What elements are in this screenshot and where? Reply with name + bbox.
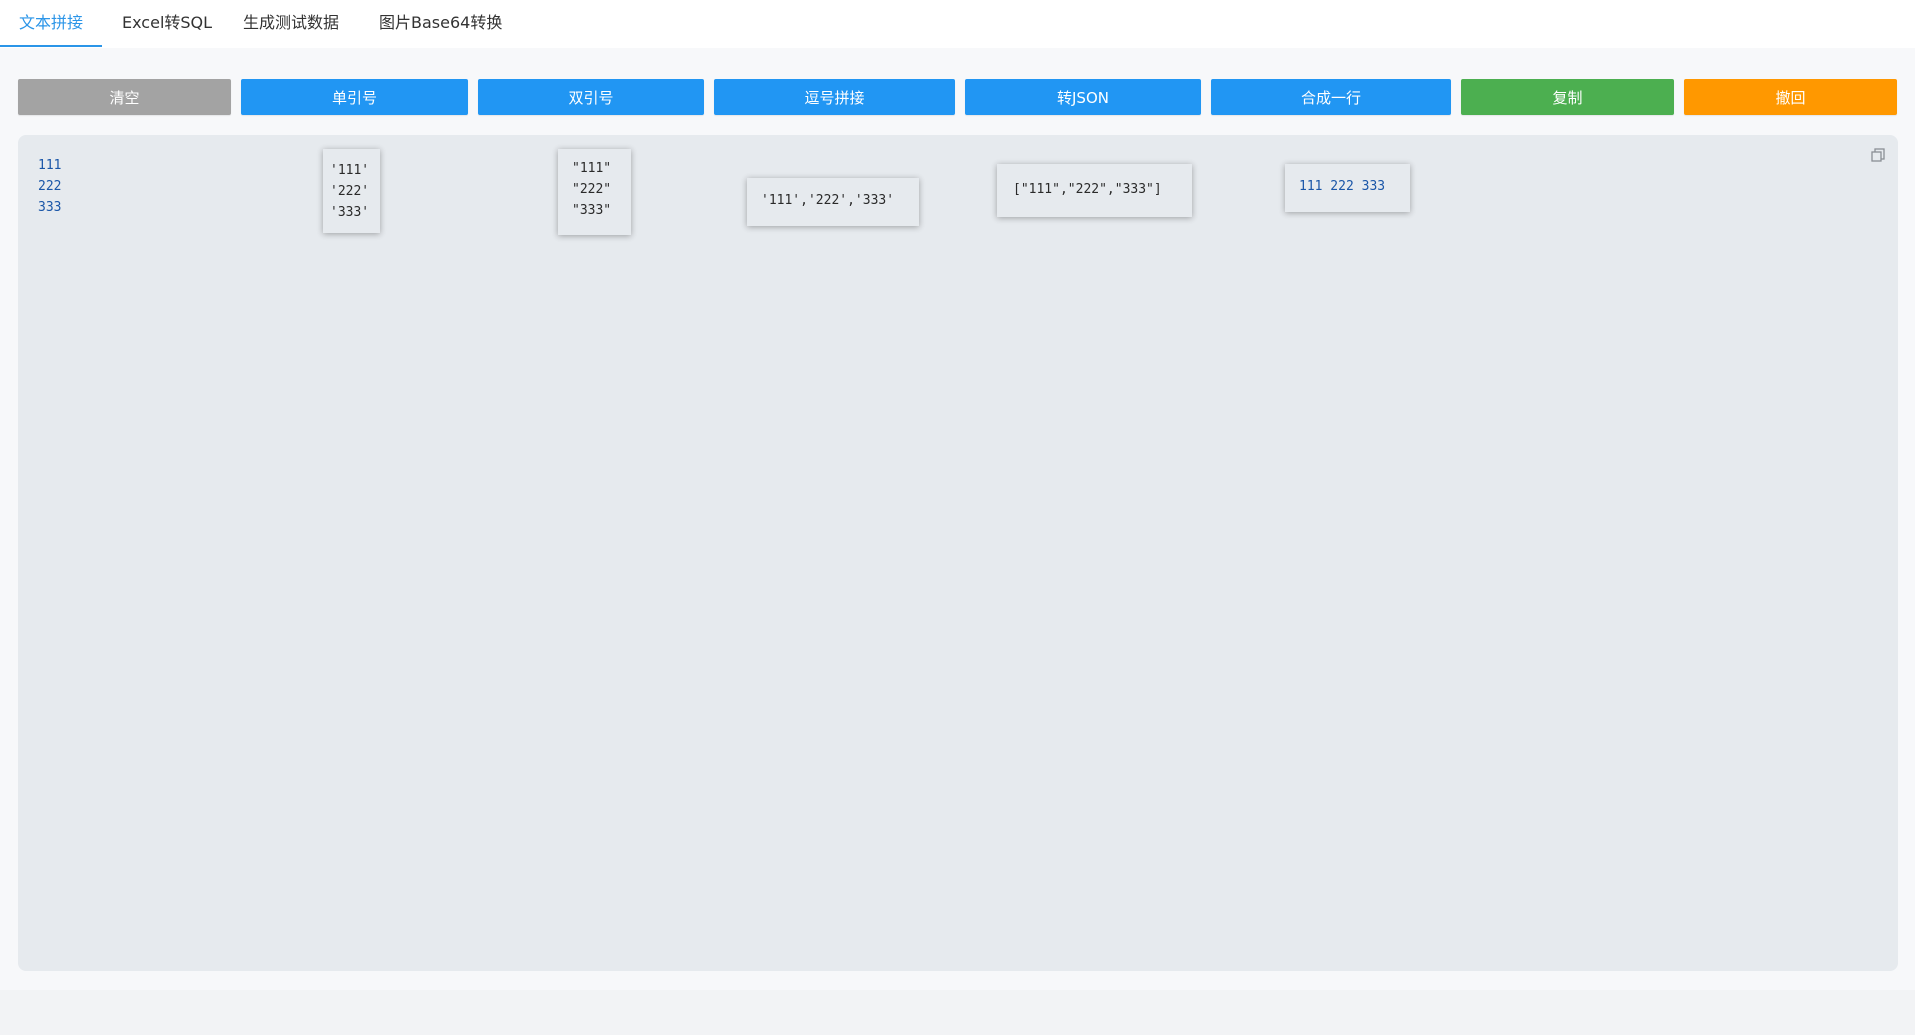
text-editor[interactable]: 111 222 333 '111' '222' '333' "111" "222… (18, 135, 1898, 971)
double-quote-result: "111" "222" "333" (558, 149, 631, 235)
tab-bar: 文本拼接 Excel转SQL 生成测试数据 图片Base64转换 (0, 0, 1915, 48)
copy-icon[interactable] (1870, 147, 1886, 163)
footer-strip (0, 990, 1915, 1035)
active-tab-indicator (0, 45, 102, 47)
tab-excel-to-sql[interactable]: Excel转SQL (122, 0, 212, 46)
double-quote-button[interactable]: 双引号 (478, 79, 704, 115)
merge-line-button[interactable]: 合成一行 (1211, 79, 1451, 115)
input-text-lines[interactable]: 111 222 333 (38, 155, 61, 218)
tab-generate-test-data[interactable]: 生成测试数据 (243, 0, 339, 46)
merge-line-result: 111 222 333 (1285, 164, 1410, 212)
undo-button[interactable]: 撤回 (1684, 79, 1897, 115)
single-quote-button[interactable]: 单引号 (241, 79, 468, 115)
copy-button[interactable]: 复制 (1461, 79, 1674, 115)
comma-join-result: '111','222','333' (747, 178, 919, 226)
to-json-button[interactable]: 转JSON (965, 79, 1201, 115)
comma-join-button[interactable]: 逗号拼接 (714, 79, 955, 115)
single-quote-result: '111' '222' '333' (323, 149, 380, 233)
tab-image-base64[interactable]: 图片Base64转换 (379, 0, 502, 46)
to-json-result: ["111","222","333"] (997, 164, 1192, 217)
clear-button[interactable]: 清空 (18, 79, 231, 115)
tab-text-join[interactable]: 文本拼接 (19, 0, 83, 46)
